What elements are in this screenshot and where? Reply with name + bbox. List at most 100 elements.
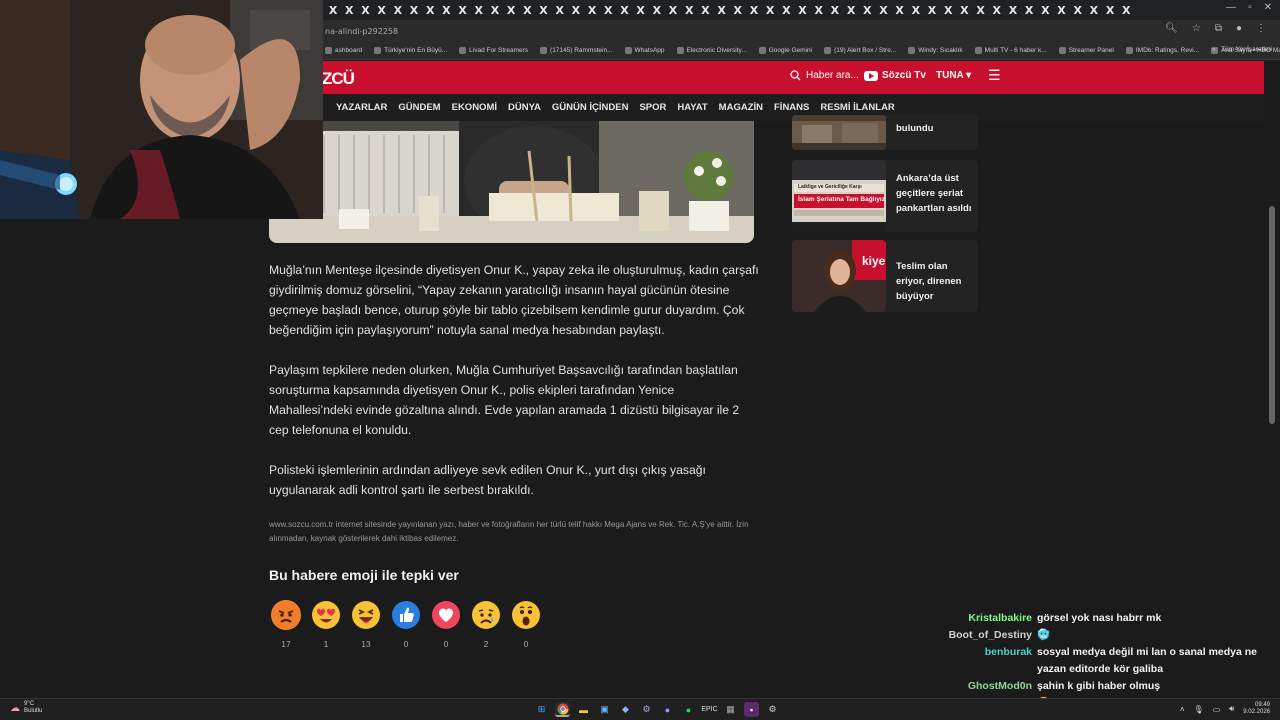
- browser-tab[interactable]: X: [600, 4, 616, 17]
- browser-tab[interactable]: X: [697, 4, 713, 17]
- browser-tab[interactable]: X: [892, 4, 908, 17]
- epic-games-icon[interactable]: EPIC: [701, 702, 717, 717]
- clock[interactable]: 09:49 9.02.2026: [1243, 702, 1270, 716]
- browser-tab[interactable]: X: [487, 4, 503, 17]
- bookmark-item[interactable]: ashboard: [325, 47, 362, 54]
- profile-icon[interactable]: ●: [1236, 23, 1242, 34]
- browser-tab[interactable]: X: [438, 4, 454, 17]
- reaction-angry[interactable]: 17: [271, 600, 301, 649]
- browser-tab[interactable]: X: [746, 4, 762, 17]
- bookmark-item[interactable]: Streamer Panel: [1058, 47, 1114, 54]
- windows-start-icon[interactable]: ⊞: [534, 702, 549, 717]
- browser-tab[interactable]: X: [762, 4, 778, 17]
- reaction-wow[interactable]: 0: [511, 600, 541, 649]
- all-bookmarks[interactable]: » Tüm Yer İşaretleri: [1212, 46, 1272, 53]
- chat-username[interactable]: benburak: [940, 644, 1037, 678]
- browser-tab[interactable]: X: [357, 4, 373, 17]
- bookmarks-more[interactable]: »: [1212, 46, 1216, 53]
- browser-tab[interactable]: X: [1053, 4, 1069, 17]
- browser-tab[interactable]: X: [341, 4, 357, 17]
- browser-tab[interactable]: X: [1102, 4, 1118, 17]
- bookmark-item[interactable]: (17145) Rammstein...: [540, 47, 613, 54]
- browser-tab[interactable]: X: [875, 4, 891, 17]
- browser-tab[interactable]: X: [374, 4, 390, 17]
- browser-tab[interactable]: X: [519, 4, 535, 17]
- discord-icon[interactable]: ●: [660, 702, 675, 717]
- chat-username[interactable]: Kristalbakire: [940, 610, 1037, 627]
- browser-tab[interactable]: X: [973, 4, 989, 17]
- browser-tab[interactable]: X: [552, 4, 568, 17]
- scrollbar-thumb[interactable]: [1269, 206, 1275, 424]
- browser-tab[interactable]: X: [1086, 4, 1102, 17]
- chat-username[interactable]: Boot_of_Destiny: [940, 627, 1037, 644]
- sozcu-tv-link[interactable]: Sözcü Tv: [864, 70, 926, 81]
- browser-tab[interactable]: X: [956, 4, 972, 17]
- browser-tab[interactable]: X: [843, 4, 859, 17]
- browser-tab[interactable]: X: [633, 4, 649, 17]
- browser-tab[interactable]: X: [940, 4, 956, 17]
- app-icon-2[interactable]: ▦: [723, 702, 738, 717]
- browser-tab[interactable]: X: [503, 4, 519, 17]
- reaction-love-eyes[interactable]: 1: [311, 600, 341, 649]
- browser-tab[interactable]: X: [924, 4, 940, 17]
- browser-tab[interactable]: X: [406, 4, 422, 17]
- browser-tab[interactable]: X: [714, 4, 730, 17]
- reaction-sad[interactable]: 2: [471, 600, 501, 649]
- nav-item[interactable]: HAYAT: [677, 102, 707, 113]
- bookmark-item[interactable]: Livad For Streamers: [459, 47, 528, 54]
- browser-tab[interactable]: X: [325, 4, 341, 17]
- microphone-icon[interactable]: 🎙︎: [1194, 705, 1204, 714]
- menu-dots-icon[interactable]: ⋮: [1256, 23, 1266, 34]
- browser-tab[interactable]: X: [584, 4, 600, 17]
- browser-tab[interactable]: X: [422, 4, 438, 17]
- reaction-heart[interactable]: 0: [431, 600, 461, 649]
- bookmark-item[interactable]: Electronic Diversity...: [676, 47, 747, 54]
- browser-tab[interactable]: X: [665, 4, 681, 17]
- chrome-icon[interactable]: [555, 702, 570, 717]
- network-icon[interactable]: ▭: [1213, 705, 1221, 714]
- app-icon[interactable]: ◆: [618, 702, 633, 717]
- nav-item[interactable]: EKONOMİ: [452, 102, 497, 113]
- steam-icon[interactable]: ⚙: [639, 702, 654, 717]
- related-news-item[interactable]: Laiklige ve Gericiliğe Karşı İslam Şeria…: [792, 160, 978, 232]
- url-field[interactable]: na-alindi-p292258: [325, 27, 398, 36]
- bookmark-item[interactable]: WhatsApp: [624, 47, 665, 54]
- browser-tab[interactable]: X: [1005, 4, 1021, 17]
- page-scrollbar[interactable]: [1264, 61, 1280, 698]
- browser-tab[interactable]: X: [616, 4, 632, 17]
- related-news-item[interactable]: kiye Teslim olan eriyor, direnen büyüyor: [792, 240, 978, 312]
- browser-tab[interactable]: X: [989, 4, 1005, 17]
- file-explorer-icon[interactable]: ▬: [576, 702, 591, 717]
- browser-tab[interactable]: X: [455, 4, 471, 17]
- browser-tab[interactable]: X: [730, 4, 746, 17]
- browser-tab[interactable]: X: [568, 4, 584, 17]
- nav-item[interactable]: FİNANS: [774, 102, 809, 113]
- nav-item[interactable]: YAZARLAR: [336, 102, 387, 113]
- reaction-like[interactable]: 0: [391, 600, 421, 649]
- user-menu[interactable]: TUNA ▾: [936, 70, 971, 81]
- browser-tab[interactable]: X: [649, 4, 665, 17]
- zoom-icon[interactable]: 🔍︎: [1165, 23, 1178, 34]
- tray-chevron-icon[interactable]: ˄: [1180, 705, 1185, 714]
- bookmark-item[interactable]: Türkiye'nin En Büyü...: [374, 47, 447, 54]
- browser-tab[interactable]: X: [859, 4, 875, 17]
- volume-icon[interactable]: 🔊︎: [1229, 704, 1234, 714]
- browser-tab[interactable]: X: [1118, 4, 1134, 17]
- bookmark-item[interactable]: Google Gemini: [758, 47, 812, 54]
- nav-item[interactable]: MAGAZİN: [719, 102, 763, 113]
- weather-widget[interactable]: ☁ 9°C Bulutlu: [10, 701, 42, 715]
- browser-tab[interactable]: X: [811, 4, 827, 17]
- browser-tab[interactable]: X: [681, 4, 697, 17]
- nav-item[interactable]: DÜNYA: [508, 102, 541, 113]
- obs-icon[interactable]: ▪: [744, 702, 759, 717]
- browser-tab[interactable]: X: [794, 4, 810, 17]
- close-icon[interactable]: ✕: [1264, 2, 1272, 13]
- hamburger-menu-icon[interactable]: ☰: [988, 67, 1001, 84]
- browser-tab[interactable]: X: [1021, 4, 1037, 17]
- maximize-icon[interactable]: ▫: [1248, 2, 1252, 13]
- search-button[interactable]: Haber ara...: [790, 70, 859, 81]
- nav-item[interactable]: SPOR: [639, 102, 666, 113]
- nav-item[interactable]: GÜNDEM: [398, 102, 440, 113]
- browser-tab[interactable]: X: [1037, 4, 1053, 17]
- spotify-icon[interactable]: ●: [681, 702, 696, 717]
